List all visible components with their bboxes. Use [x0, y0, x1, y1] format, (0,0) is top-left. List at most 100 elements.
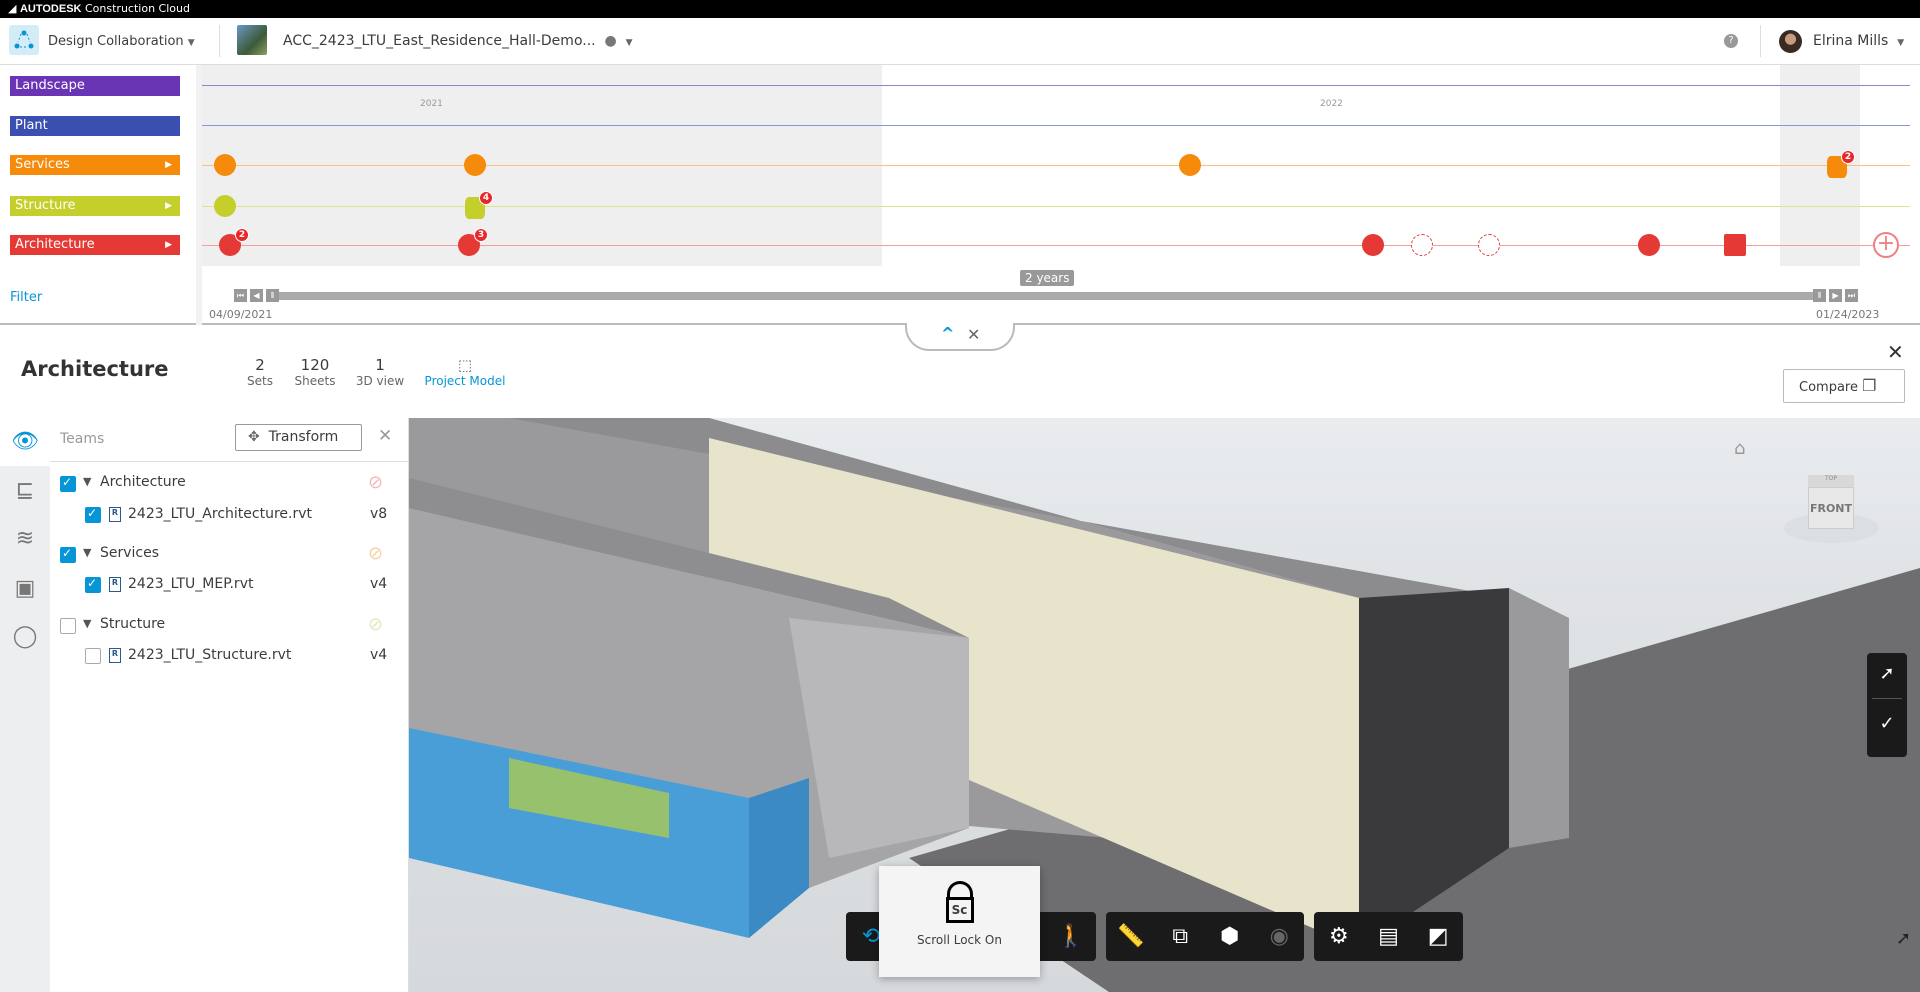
divider [1760, 25, 1761, 57]
timeline-toggle-tab: ^ ✕ [905, 323, 1015, 351]
building-model [409, 418, 1920, 992]
project-selector[interactable]: ACC_2423_LTU_East_Residence_Hall-Demo...… [283, 18, 633, 67]
services-milestone[interactable] [464, 154, 486, 176]
architecture-milestone[interactable]: 2 [219, 228, 249, 256]
section-box-icon[interactable]: ⧉ [1160, 924, 1200, 949]
properties-panel-icon[interactable]: ▤ [1368, 924, 1408, 949]
globe-icon: ● [604, 33, 617, 49]
user-name: Elrina Mills [1813, 33, 1889, 49]
collapse-triangle-icon[interactable]: ▼ [83, 617, 91, 630]
hidden-eye-icon[interactable]: ⊘ [368, 614, 383, 635]
measure-ruler-icon[interactable]: 📏 [1111, 924, 1151, 949]
team-checkbox[interactable] [60, 546, 76, 563]
team-checkbox[interactable] [60, 475, 76, 492]
jump-start-icon[interactable]: ⏮ [234, 289, 247, 302]
services-milestone[interactable] [214, 154, 236, 176]
revit-file-icon: R [109, 577, 121, 592]
range-start-handle[interactable]: ⦀ [266, 289, 279, 302]
floor-plan-icon[interactable]: ▣ [0, 576, 50, 601]
collapse-chevron-up-icon[interactable]: ^ [941, 324, 954, 343]
app-header: Design Collaboration ▼ ACC_2423_LTU_East… [0, 18, 1920, 65]
file-name[interactable]: 2423_LTU_Architecture.rvt [128, 506, 312, 522]
compare-button[interactable]: Compare ❐ [1783, 369, 1905, 403]
close-panel-icon[interactable]: ✕ [378, 426, 392, 446]
visibility-eye-icon[interactable]: 👁 [0, 418, 50, 466]
filter-link[interactable]: Filter [10, 290, 42, 305]
expand-arrow-icon[interactable]: ▶ [165, 155, 172, 175]
jump-end-icon[interactable]: ⏭ [1845, 289, 1858, 302]
range-end-handle[interactable]: ⦀ [1813, 289, 1826, 302]
design-collaboration-icon[interactable] [9, 25, 39, 55]
help-icon[interactable]: ? [1724, 34, 1738, 48]
collapse-triangle-icon[interactable]: ▼ [83, 546, 91, 559]
tool-rail: 👁 ⊑ ≋ ▣ ◯ [0, 418, 50, 992]
close-icon[interactable]: ✕ [1887, 340, 1904, 364]
collapse-triangle-icon[interactable]: ▼ [83, 475, 91, 488]
stat-3d-views[interactable]: 1 3D view [350, 356, 410, 388]
architecture-milestone[interactable]: 3 [458, 228, 488, 256]
file-name[interactable]: 2423_LTU_MEP.rvt [128, 576, 253, 592]
architecture-planned-milestone[interactable] [1478, 234, 1500, 256]
stat-label: Sets [247, 374, 273, 388]
markup-check-icon[interactable]: ✓ [1867, 713, 1907, 734]
team-landscape[interactable]: Landscape [10, 76, 180, 96]
team-checkbox[interactable] [60, 618, 76, 634]
team-label: Landscape [15, 78, 85, 93]
start-date: 04/09/2021 [209, 308, 273, 321]
hidden-warning-icon[interactable]: ◉ [1259, 924, 1299, 949]
team-structure[interactable]: Structure ▶ [10, 196, 180, 216]
close-timeline-icon[interactable]: ✕ [967, 325, 980, 344]
file-checkbox[interactable] [85, 576, 101, 593]
architecture-planned-milestone[interactable] [1411, 234, 1433, 256]
structure-milestone[interactable] [214, 195, 236, 217]
checkmark-circle-icon[interactable]: ◯ [0, 624, 50, 649]
expand-arrow-icon[interactable]: ▶ [165, 235, 172, 255]
layers-icon[interactable]: ≋ [0, 526, 50, 551]
step-forward-icon[interactable]: ▶ [1829, 289, 1842, 302]
architecture-milestone[interactable] [1362, 234, 1384, 256]
mouse-cursor-icon: ➚ [1896, 928, 1912, 949]
stat-sheets[interactable]: 120 Sheets [290, 356, 340, 388]
stat-sets[interactable]: 2 Sets [245, 356, 275, 388]
expand-arrow-icon[interactable]: ▶ [165, 196, 172, 216]
stat-label: Sheets [294, 374, 336, 388]
structure-milestone-stack[interactable]: 4 [465, 191, 493, 219]
fullscreen-icon[interactable]: ◩ [1418, 924, 1458, 949]
module-selector[interactable]: Design Collaboration ▼ [48, 18, 195, 67]
services-milestone[interactable] [1179, 154, 1201, 176]
viewcube-top-face[interactable]: TOP [1808, 475, 1854, 487]
architecture-milestone[interactable] [1638, 234, 1660, 256]
file-name[interactable]: 2423_LTU_Structure.rvt [128, 647, 291, 663]
sheets-steps-icon[interactable]: ⊑ [0, 478, 50, 503]
viewcube-front-face[interactable]: FRONT [1808, 487, 1854, 529]
viewcube[interactable]: TOP FRONT [1784, 468, 1879, 543]
team-services[interactable]: Services ▶ [10, 155, 180, 175]
hidden-eye-icon[interactable]: ⊘ [368, 472, 383, 493]
file-checkbox[interactable] [85, 506, 101, 523]
team-plant[interactable]: Plant [10, 116, 180, 136]
compare-label: Compare [1799, 380, 1858, 395]
step-back-icon[interactable]: ◀ [250, 289, 263, 302]
range-slider-track[interactable] [275, 292, 1815, 300]
services-track [202, 165, 1910, 166]
add-milestone-icon[interactable]: + [1873, 232, 1899, 258]
avatar[interactable] [1779, 30, 1802, 53]
transform-button[interactable]: ✥ Transform [235, 424, 362, 451]
project-model-link[interactable]: ⬚ Project Model [420, 356, 510, 388]
year-label: 2022 [1320, 99, 1343, 109]
architecture-milestone-square[interactable] [1724, 234, 1746, 256]
file-checkbox[interactable] [85, 648, 101, 664]
project-thumbnail [237, 25, 267, 55]
chevron-down-icon: ▼ [187, 38, 195, 48]
first-person-icon[interactable]: 🚶 [1051, 924, 1091, 949]
team-architecture[interactable]: Architecture ▶ [10, 235, 180, 255]
hidden-eye-icon[interactable]: ⊘ [368, 543, 383, 564]
settings-gear-icon[interactable]: ⚙ [1319, 924, 1359, 949]
home-view-icon[interactable]: ⌂ [1734, 438, 1745, 459]
user-menu[interactable]: Elrina Mills ▼ [1813, 18, 1904, 67]
explode-model-icon[interactable]: ⬢ [1210, 924, 1250, 949]
select-cursor-icon[interactable]: ➚ [1867, 663, 1907, 684]
product-name: Construction Cloud [85, 2, 190, 15]
model-viewer-canvas[interactable]: ⌂ TOP FRONT ➚ ✓ ➚ [409, 418, 1920, 992]
services-milestone-stack[interactable]: 2 [1827, 150, 1855, 178]
